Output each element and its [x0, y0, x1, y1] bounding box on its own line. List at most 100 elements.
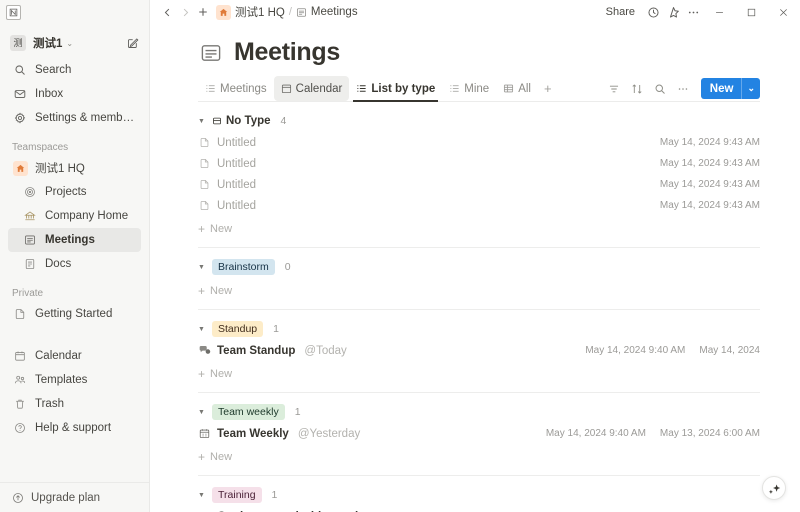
- list-item-dates: May 14, 2024 9:43 AM: [660, 137, 760, 148]
- list-item[interactable]: Team Standup @Today May 14, 2024 9:40 AM…: [198, 341, 760, 360]
- sidebar-item-settings[interactable]: Settings & members: [8, 106, 141, 130]
- workspace-switcher[interactable]: 测 测试1 ⌄: [8, 30, 141, 56]
- target-icon: [22, 186, 38, 198]
- sidebar-item-label: Company Home: [45, 210, 128, 222]
- group-count: 4: [281, 115, 287, 127]
- sidebar-item-meetings[interactable]: Meetings: [8, 228, 141, 252]
- sidebar-item-search[interactable]: Search: [8, 58, 141, 82]
- workspace-name: 测试1: [33, 35, 62, 51]
- upgrade-plan-button[interactable]: Upgrade plan: [0, 482, 149, 512]
- minimize-icon[interactable]: [704, 0, 734, 24]
- list-item[interactable]: Untitled May 14, 2024 9:43 AM: [198, 154, 760, 173]
- star-icon[interactable]: [664, 3, 682, 21]
- list-item-mention: @Today: [304, 345, 346, 357]
- list-item[interactable]: Team Weekly @Yesterday May 14, 2024 9:40…: [198, 424, 760, 443]
- breadcrumb-item-hq[interactable]: 测试1 HQ: [235, 4, 285, 20]
- view-tab-bar: Meetings Calendar List by type: [198, 76, 760, 102]
- group-header[interactable]: ▼ Brainstorm 0: [198, 257, 760, 277]
- more-horizontal-icon[interactable]: [684, 3, 702, 21]
- list-item[interactable]: Untitled May 14, 2024 9:43 AM: [198, 196, 760, 215]
- list-item-title: Team Weekly: [217, 428, 289, 440]
- sidebar-item-company-home[interactable]: Company Home: [8, 204, 141, 228]
- new-button[interactable]: New ⌄: [701, 78, 760, 99]
- sidebar-section-teamspaces: Teamspaces: [0, 142, 149, 153]
- chevron-left-icon[interactable]: [158, 3, 176, 21]
- sidebar-item-inbox[interactable]: Inbox: [8, 82, 141, 106]
- list-item[interactable]: Getting started with meeting notes May 1…: [198, 507, 760, 512]
- sidebar-item-calendar[interactable]: Calendar: [8, 344, 141, 368]
- new-item-button[interactable]: + New: [198, 281, 760, 300]
- group-pill: Brainstorm: [212, 259, 275, 275]
- clock-icon[interactable]: [644, 3, 662, 21]
- tab-all[interactable]: All: [496, 76, 538, 101]
- share-button[interactable]: Share: [599, 4, 642, 20]
- sidebar-item-help[interactable]: Help & support: [8, 416, 141, 440]
- close-icon[interactable]: [768, 0, 798, 24]
- caret-down-icon[interactable]: ▼: [198, 118, 207, 125]
- plus-icon[interactable]: [194, 3, 212, 21]
- date-created: May 14, 2024 9:40 AM: [585, 345, 685, 356]
- caret-down-icon[interactable]: ▼: [198, 326, 207, 333]
- new-item-button[interactable]: + New: [198, 219, 760, 238]
- group-header[interactable]: ▼ Standup 1: [198, 319, 760, 339]
- date-event: May 14, 2024: [699, 345, 760, 356]
- page-header: Meetings: [150, 24, 800, 67]
- meetings-icon: [22, 234, 38, 246]
- new-item-button[interactable]: + New: [198, 364, 760, 383]
- group-name: No Type: [226, 115, 271, 127]
- page-content: Meetings Meetings Calendar: [150, 24, 800, 512]
- workspace-avatar: 测: [10, 35, 26, 51]
- list-icon: [205, 83, 216, 94]
- new-button-label: New: [701, 83, 742, 95]
- filter-icon[interactable]: [603, 78, 625, 100]
- group-pill: Team weekly: [212, 404, 285, 420]
- sidebar-item-templates[interactable]: Templates: [8, 368, 141, 392]
- plus-icon: +: [198, 284, 205, 298]
- list-item-dates: May 14, 2024 9:40 AM May 13, 2024 6:00 A…: [546, 428, 760, 439]
- more-horizontal-icon[interactable]: [672, 78, 694, 100]
- ai-sparkle-icon[interactable]: [762, 476, 786, 500]
- list-icon: [449, 83, 460, 94]
- caret-down-icon[interactable]: ▼: [198, 492, 207, 499]
- group-header[interactable]: ▼ No Type 4: [198, 111, 760, 131]
- list-item[interactable]: Untitled May 14, 2024 9:43 AM: [198, 175, 760, 194]
- sidebar-item-projects[interactable]: Projects: [8, 180, 141, 204]
- new-item-button[interactable]: + New: [198, 447, 760, 466]
- maximize-icon[interactable]: [736, 0, 766, 24]
- no-type-icon: [212, 116, 222, 126]
- calendar-icon: [198, 428, 211, 439]
- add-view-button[interactable]: +: [538, 81, 558, 96]
- sort-icon[interactable]: [626, 78, 648, 100]
- tab-list-by-type[interactable]: List by type: [349, 76, 442, 101]
- tab-mine[interactable]: Mine: [442, 76, 496, 101]
- tab-calendar[interactable]: Calendar: [274, 76, 350, 101]
- view-actions: New ⌄: [603, 78, 760, 100]
- sidebar-item-teamspace-hq[interactable]: 测试1 HQ: [8, 156, 141, 180]
- group-pill: Standup: [212, 321, 263, 337]
- search-icon[interactable]: [649, 78, 671, 100]
- tab-meetings[interactable]: Meetings: [198, 76, 274, 101]
- list-item-title: Untitled: [217, 158, 256, 170]
- plus-icon: +: [198, 367, 205, 381]
- sidebar-item-docs[interactable]: Docs: [8, 252, 141, 276]
- main-area: 测试1 HQ / Meetings Share: [150, 0, 800, 512]
- group-header[interactable]: ▼ Training 1: [198, 485, 760, 505]
- chevron-right-icon[interactable]: [176, 3, 194, 21]
- new-item-label: New: [210, 285, 232, 297]
- new-page-icon[interactable]: [127, 37, 139, 49]
- tab-label: Calendar: [296, 83, 343, 95]
- caret-down-icon[interactable]: ▼: [198, 409, 207, 416]
- caret-down-icon[interactable]: ▼: [198, 264, 207, 271]
- upgrade-plan-label: Upgrade plan: [31, 492, 100, 504]
- group-brainstorm: ▼ Brainstorm 0 + New: [198, 247, 760, 300]
- list-item-title: Untitled: [217, 137, 256, 149]
- page-title: Meetings: [234, 38, 340, 67]
- breadcrumb: 测试1 HQ / Meetings: [216, 4, 358, 20]
- group-header[interactable]: ▼ Team weekly 1: [198, 402, 760, 422]
- sidebar-item-trash[interactable]: Trash: [8, 392, 141, 416]
- sidebar-item-getting-started[interactable]: Getting Started: [8, 302, 141, 326]
- list-item[interactable]: Untitled May 14, 2024 9:43 AM: [198, 133, 760, 152]
- breadcrumb-item-meetings[interactable]: Meetings: [311, 6, 358, 18]
- chevron-down-icon[interactable]: ⌄: [742, 83, 760, 94]
- date-event: May 13, 2024 6:00 AM: [660, 428, 760, 439]
